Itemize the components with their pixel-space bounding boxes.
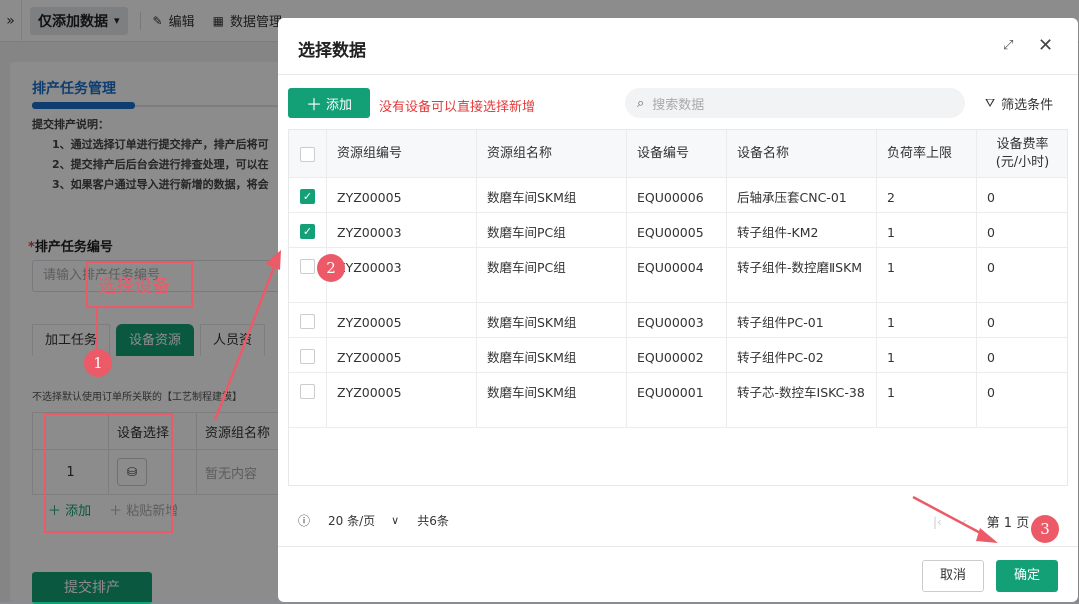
annotation-label: 选择设备 bbox=[98, 276, 170, 297]
step-badge: 1 bbox=[84, 349, 112, 377]
step-badge: 2 bbox=[317, 254, 345, 282]
step-badge: 3 bbox=[1031, 515, 1059, 543]
annotation-box bbox=[44, 413, 173, 533]
